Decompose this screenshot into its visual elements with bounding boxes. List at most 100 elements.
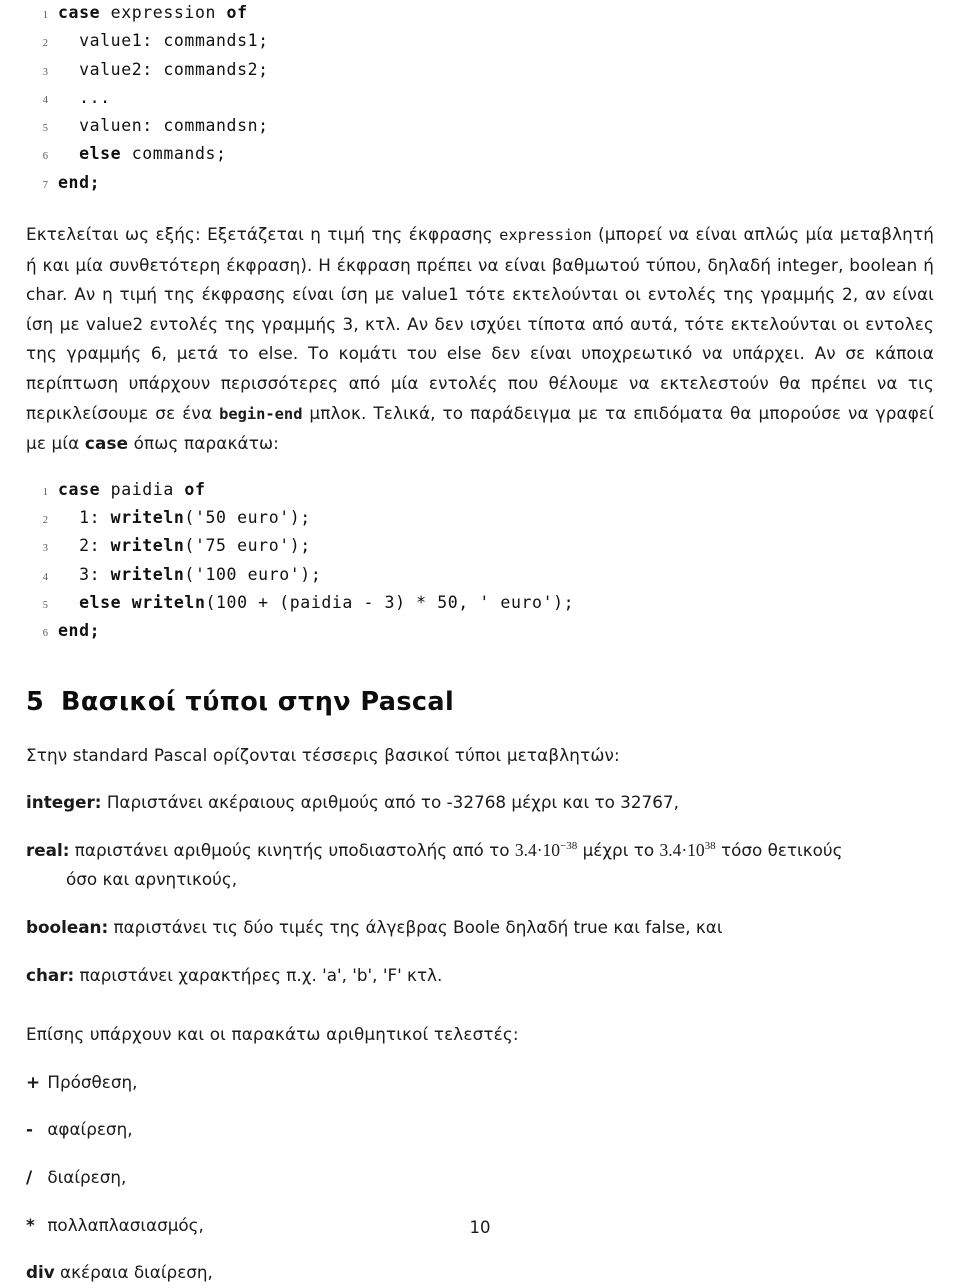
- code-line-text: 3: writeln('100 euro');: [58, 562, 321, 587]
- math-upper-bound: 3.4·1038: [659, 840, 715, 860]
- type-term-integer: integer:: [26, 792, 102, 813]
- operator-item: / διαίρεση,: [26, 1163, 934, 1193]
- code-keyword: case: [58, 3, 101, 22]
- type-desc-boolean: παριστάνει τις δύο τιμές της άλγεβρας Bo…: [108, 916, 723, 937]
- type-definition-integer: integer: Παριστάνει ακέραιους αριθμούς α…: [26, 788, 934, 818]
- code-keyword: writeln: [110, 564, 185, 584]
- document-page: 1 case expression of 2 value1: commands1; 3…: [0, 0, 960, 1282]
- type-term-char: char:: [26, 964, 75, 985]
- operator-symbol: div: [26, 1262, 55, 1283]
- type-definition-real: real: παριστάνει αριθμούς κινητής υποδια…: [26, 836, 934, 895]
- operator-label: αφαίρεση,: [42, 1119, 133, 1140]
- code-keyword: of: [226, 3, 248, 22]
- type-desc-integer: Παριστάνει ακέραιους αριθμούς από το -32…: [101, 792, 679, 813]
- code-line-text: end;: [58, 618, 100, 643]
- operator-list: + Πρόσθεση, - αφαίρεση, / διαίρεση, * πολλα…: [26, 1068, 934, 1288]
- code-token: paidia: [100, 479, 185, 499]
- code-line-text: case expression of: [58, 0, 248, 25]
- operator-item: div ακέραια διαίρεση,: [26, 1258, 934, 1288]
- code-line-number: 1: [42, 486, 48, 498]
- type-definition-char: char: παριστάνει χαρακτήρες π.χ. 'a', 'b…: [26, 961, 934, 991]
- code-listing-2: 1 case paidia of 2 1: writeln('50 euro'); 3…: [26, 477, 934, 647]
- type-term-boolean: boolean:: [26, 916, 109, 937]
- code-line-number: 6: [42, 151, 48, 163]
- code-token: value1: commands1;: [58, 31, 269, 51]
- code-token: valuen: commandsn;: [58, 116, 269, 136]
- code-token: expression: [100, 3, 227, 22]
- math-upper-exponent: 38: [704, 839, 716, 852]
- operator-item: - αφαίρεση,: [26, 1115, 934, 1145]
- code-line-text: valuen: commandsn;: [58, 113, 269, 138]
- operator-label: ακέραια διαίρεση,: [54, 1262, 213, 1283]
- math-lower-bound: 3.4·10−38: [515, 840, 577, 860]
- math-lower-exponent: −38: [560, 839, 578, 852]
- inline-code: expression: [499, 226, 592, 245]
- operator-symbol: -: [26, 1119, 33, 1140]
- code-line-number: 2: [42, 38, 48, 50]
- code-line-number: 5: [42, 123, 48, 135]
- section-title: Βασικοί τύποι στην Pascal: [61, 686, 455, 717]
- code-keyword: writeln: [110, 508, 185, 528]
- code-line-number: 4: [42, 94, 48, 106]
- type-term-real: real:: [26, 839, 70, 860]
- code-token: 2:: [58, 536, 111, 556]
- type-desc-char: παριστάνει χαρακτήρες π.χ. 'a', 'b', 'F'…: [74, 964, 443, 985]
- code-keyword: end;: [58, 621, 101, 641]
- code-line-number: 3: [42, 66, 48, 78]
- inline-keyword: case: [84, 433, 129, 454]
- paragraph-basic-types-intro: Στην standard Pascal ορίζονται τέσσερις …: [26, 744, 620, 765]
- code-line: 7 end;: [26, 170, 934, 198]
- code-line-text: else writeln(100 + (paidia - 3) * 50, ' …: [58, 590, 574, 615]
- code-line-text: 1: writeln('50 euro');: [58, 505, 311, 530]
- code-line-text: value1: commands1;: [58, 28, 269, 53]
- inline-text: όπως παρακάτω:: [128, 433, 279, 454]
- math-lower-base: 3.4·10: [514, 839, 561, 860]
- code-line-text: else commands;: [58, 141, 227, 166]
- page-number: 10: [469, 1218, 491, 1237]
- code-keyword: case: [58, 479, 101, 499]
- code-token: ('100 euro');: [184, 564, 322, 584]
- code-line-number: 4: [42, 571, 48, 583]
- type-desc-real-after: τόσο θετικούς: [715, 839, 843, 860]
- section-heading: 5 Βασικοί τύποι στην Pascal: [26, 687, 934, 717]
- code-token: commands;: [121, 144, 227, 164]
- operator-item: + Πρόσθεση,: [26, 1068, 934, 1098]
- code-line-number: 3: [42, 543, 48, 555]
- code-line: 1 case paidia of: [26, 477, 934, 505]
- code-line: 6 else commands;: [26, 141, 934, 169]
- code-line-text: end;: [58, 170, 100, 195]
- code-listing-1: 1 case expression of 2 value1: commands1; 3…: [26, 0, 934, 198]
- code-keyword: else writeln: [79, 593, 206, 613]
- code-line: 3 2: writeln('75 euro');: [26, 533, 934, 561]
- code-line-text: case paidia of: [58, 477, 206, 502]
- code-line-text: value2: commands2;: [58, 57, 269, 82]
- code-keyword: else: [58, 144, 122, 164]
- code-line: 2 1: writeln('50 euro');: [26, 505, 934, 533]
- code-token: ('50 euro');: [184, 508, 311, 528]
- code-line: 4 ...: [26, 85, 934, 113]
- code-line: 3 value2: commands2;: [26, 57, 934, 85]
- code-token: ...: [58, 87, 111, 107]
- code-token: (100 + (paidia - 3) * 50, ' euro');: [205, 593, 575, 613]
- code-line-text: 2: writeln('75 euro');: [58, 533, 311, 558]
- inline-text: Εκτελείται ως εξής: Εξετάζεται η τιμή τη…: [26, 224, 500, 245]
- code-line: 6 end;: [26, 618, 934, 646]
- paragraph-case-explanation: Εκτελείται ως εξής: Εξετάζεται η τιμή τη…: [26, 220, 934, 459]
- type-desc-real-before: παριστάνει αριθμούς κινητής υποδιαστολής…: [69, 839, 515, 860]
- code-token: ('75 euro');: [184, 536, 311, 556]
- operator-label: διαίρεση,: [42, 1166, 127, 1187]
- code-keyword: of: [184, 479, 206, 499]
- code-line: 1 case expression of: [26, 0, 934, 28]
- type-desc-real-continued: όσο και αρνητικούς,: [66, 869, 238, 890]
- code-keyword: writeln: [110, 536, 185, 556]
- code-line: 4 3: writeln('100 euro');: [26, 562, 934, 590]
- code-line-number: 5: [42, 600, 48, 612]
- math-upper-base: 3.4·10: [659, 839, 705, 860]
- inline-code-keyword: begin-end: [219, 404, 303, 423]
- code-line-number: 7: [42, 179, 48, 191]
